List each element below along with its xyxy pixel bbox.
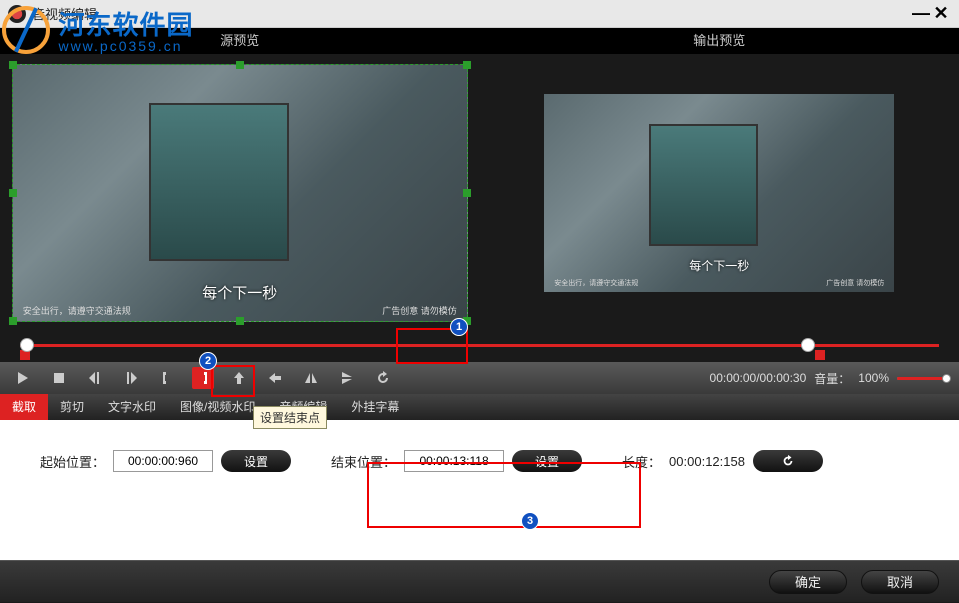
crop-handle[interactable]	[9, 317, 17, 325]
controls-bar: 00:00:00/00:00:30 音量： 100%	[0, 362, 959, 394]
end-label: 结束位置：	[331, 452, 396, 471]
ok-button[interactable]: 确定	[769, 570, 847, 594]
timeline-playhead[interactable]	[801, 338, 815, 352]
crop-handle[interactable]	[463, 317, 471, 325]
video-subtext-left: 安全出行，请遵守交通法规	[23, 304, 131, 317]
bottom-bar: 确定 取消	[0, 560, 959, 602]
volume-value: 100%	[858, 371, 889, 385]
window-title: 音视频编辑	[32, 4, 911, 23]
flip-vertical-button[interactable]	[336, 367, 358, 389]
source-preview-label: 源预览	[0, 28, 480, 54]
timeline-end-marker[interactable]	[815, 350, 825, 360]
start-position-group: 起始位置： 设置	[40, 450, 291, 472]
minimize-button[interactable]: —	[911, 4, 931, 24]
output-video-frame: 每个下一秒 安全出行，请遵守交通法规 广告创意 请勿模仿	[544, 94, 894, 292]
tab-crop[interactable]: 剪切	[48, 394, 96, 420]
volume-label: 音量：	[814, 370, 850, 387]
stop-button[interactable]	[48, 367, 70, 389]
output-preview-pane: 每个下一秒 安全出行，请遵守交通法规 广告创意 请勿模仿	[480, 54, 959, 332]
video-subtext-right: 广告创意 请勿模仿	[826, 278, 884, 288]
crop-handle[interactable]	[463, 189, 471, 197]
preview-area: 每个下一秒 安全出行，请遵守交通法规 广告创意 请勿模仿 每个下一秒 安全出行，…	[0, 54, 959, 332]
tabs-bar: 截取 剪切 文字水印 图像/视频水印 音频编辑 外挂字幕	[0, 394, 959, 420]
end-position-group: 结束位置： 设置	[331, 450, 582, 472]
volume-slider[interactable]	[897, 377, 947, 380]
timeline[interactable]	[0, 332, 959, 362]
start-label: 起始位置：	[40, 452, 105, 471]
video-subtext-left: 安全出行，请遵守交通法规	[554, 278, 638, 288]
app-icon	[8, 5, 26, 23]
source-video-frame[interactable]: 每个下一秒 安全出行，请遵守交通法规 广告创意 请勿模仿	[12, 64, 468, 322]
next-frame-button[interactable]	[120, 367, 142, 389]
timeline-start-handle[interactable]	[20, 338, 34, 352]
tab-text-watermark[interactable]: 文字水印	[96, 394, 168, 420]
crop-handle[interactable]	[9, 189, 17, 197]
title-bar: 音视频编辑 — ✕	[0, 0, 959, 28]
crop-handle[interactable]	[236, 61, 244, 69]
start-position-input[interactable]	[113, 450, 213, 472]
set-start-position-button[interactable]: 设置	[221, 450, 291, 472]
end-position-input[interactable]	[404, 450, 504, 472]
crop-handle[interactable]	[463, 61, 471, 69]
crop-handle[interactable]	[236, 317, 244, 325]
timeline-track[interactable]	[20, 344, 939, 347]
tab-trim[interactable]: 截取	[0, 394, 48, 420]
reset-button[interactable]	[372, 367, 394, 389]
preview-header: 源预览 输出预览	[0, 28, 959, 54]
video-caption: 每个下一秒	[544, 257, 894, 274]
set-end-button[interactable]	[192, 367, 214, 389]
length-group: 长度： 00:00:12:158	[622, 450, 823, 472]
rotate-right-button[interactable]	[264, 367, 286, 389]
output-preview-label: 输出预览	[480, 28, 959, 54]
reset-length-button[interactable]	[753, 450, 823, 472]
length-label: 长度：	[622, 452, 661, 471]
trim-panel: 起始位置： 设置 结束位置： 设置 长度： 00:00:12:158	[0, 420, 959, 560]
source-preview-pane: 每个下一秒 安全出行，请遵守交通法规 广告创意 请勿模仿	[0, 54, 480, 332]
play-button[interactable]	[12, 367, 34, 389]
prev-frame-button[interactable]	[84, 367, 106, 389]
set-end-position-button[interactable]: 设置	[512, 450, 582, 472]
length-value: 00:00:12:158	[669, 454, 745, 469]
set-start-button[interactable]	[156, 367, 178, 389]
video-caption: 每个下一秒	[13, 282, 467, 303]
tooltip-set-end: 设置结束点	[253, 406, 327, 429]
cancel-button[interactable]: 取消	[861, 570, 939, 594]
rotate-left-button[interactable]	[228, 367, 250, 389]
time-display: 00:00:00/00:00:30	[710, 371, 807, 385]
flip-horizontal-button[interactable]	[300, 367, 322, 389]
crop-handle[interactable]	[9, 61, 17, 69]
close-button[interactable]: ✕	[931, 4, 951, 24]
video-subtext-right: 广告创意 请勿模仿	[382, 304, 457, 317]
tab-subtitle[interactable]: 外挂字幕	[339, 394, 411, 420]
